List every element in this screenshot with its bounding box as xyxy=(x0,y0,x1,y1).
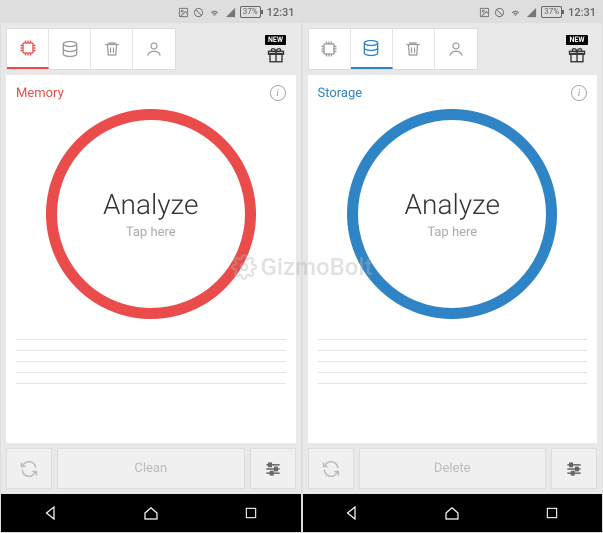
status-bar: 37% 12:31 xyxy=(303,1,603,23)
home-icon xyxy=(443,504,461,522)
nav-home[interactable] xyxy=(432,504,472,522)
line xyxy=(16,350,286,351)
analyze-button[interactable]: Analyze Tap here xyxy=(347,109,557,319)
nav-recents[interactable] xyxy=(231,505,271,521)
settings-button[interactable] xyxy=(551,448,597,489)
tab-storage[interactable] xyxy=(351,29,393,69)
line xyxy=(16,383,286,384)
top-bar: NEW xyxy=(308,28,598,70)
app-body: NEW Storage i Analyze Tap here xyxy=(303,23,603,494)
line xyxy=(318,372,588,373)
delete-button[interactable]: Delete xyxy=(359,448,547,489)
line xyxy=(318,361,588,362)
sliders-icon xyxy=(564,459,584,479)
battery-indicator: 37% xyxy=(541,6,562,18)
analyze-area: Analyze Tap here xyxy=(308,103,598,323)
square-icon xyxy=(243,505,259,521)
line xyxy=(16,372,286,373)
section-header: Memory i xyxy=(6,81,296,103)
gallery-icon xyxy=(178,7,189,18)
nav-back[interactable] xyxy=(332,504,372,522)
wifi-icon xyxy=(208,7,221,18)
signal-icon xyxy=(225,7,236,18)
clock: 12:31 xyxy=(568,6,596,19)
trash-icon xyxy=(404,40,422,58)
gift-icon xyxy=(567,46,587,64)
back-icon xyxy=(343,504,361,522)
gallery-icon xyxy=(479,7,490,18)
phone-right: 37% 12:31 NEW xyxy=(302,0,603,533)
battery-indicator: 37% xyxy=(240,6,261,18)
nosign-icon xyxy=(494,7,505,18)
tab-memory[interactable] xyxy=(7,29,49,69)
result-lines xyxy=(6,323,296,384)
home-icon xyxy=(142,504,160,522)
nosign-icon xyxy=(193,7,204,18)
phone-left: 37% 12:31 NEW xyxy=(0,0,302,533)
trash-icon xyxy=(103,40,121,58)
nav-bar xyxy=(303,494,603,532)
clean-button[interactable]: Clean xyxy=(57,448,245,489)
nav-back[interactable] xyxy=(31,504,71,522)
line xyxy=(16,339,286,340)
main-card: Memory i Analyze Tap here xyxy=(6,75,296,443)
gift-button[interactable]: NEW xyxy=(256,35,296,64)
analyze-sub: Tap here xyxy=(126,225,176,240)
disks-icon xyxy=(361,38,381,58)
tab-memory[interactable] xyxy=(309,29,351,69)
analyze-area: Analyze Tap here xyxy=(6,103,296,323)
nav-recents[interactable] xyxy=(532,505,572,521)
line xyxy=(318,339,588,340)
tab-trash[interactable] xyxy=(91,29,133,69)
refresh-icon xyxy=(19,459,39,479)
status-bar: 37% 12:31 xyxy=(1,1,301,23)
line xyxy=(318,383,588,384)
section-header: Storage i xyxy=(308,81,598,103)
tab-strip xyxy=(308,28,478,70)
line xyxy=(318,350,588,351)
clock: 12:31 xyxy=(267,6,295,19)
main-card: Storage i Analyze Tap here xyxy=(308,75,598,443)
square-icon xyxy=(544,505,560,521)
refresh-button[interactable] xyxy=(308,448,354,489)
app-body: NEW Memory i Analyze Tap here xyxy=(1,23,301,494)
result-lines xyxy=(308,323,598,384)
analyze-sub: Tap here xyxy=(427,225,477,240)
line xyxy=(16,361,286,362)
bottom-bar: Clean xyxy=(6,448,296,494)
analyze-label: Analyze xyxy=(103,188,198,221)
info-icon[interactable]: i xyxy=(571,85,587,101)
gift-icon xyxy=(266,46,286,64)
signal-icon xyxy=(526,7,537,18)
settings-button[interactable] xyxy=(250,448,296,489)
wifi-icon xyxy=(509,7,522,18)
bottom-bar: Delete xyxy=(308,448,598,494)
section-title: Storage xyxy=(318,86,363,101)
back-icon xyxy=(42,504,60,522)
new-badge: NEW xyxy=(566,35,587,45)
top-bar: NEW xyxy=(6,28,296,70)
tab-strip xyxy=(6,28,176,70)
nav-bar xyxy=(1,494,301,532)
tab-storage[interactable] xyxy=(49,29,91,69)
section-title: Memory xyxy=(16,86,64,101)
person-icon xyxy=(145,40,163,58)
nav-home[interactable] xyxy=(131,504,171,522)
tab-trash[interactable] xyxy=(393,29,435,69)
sliders-icon xyxy=(263,459,283,479)
refresh-button[interactable] xyxy=(6,448,52,489)
chip-icon xyxy=(319,39,339,59)
tab-profile[interactable] xyxy=(133,29,175,69)
gift-button[interactable]: NEW xyxy=(557,35,597,64)
analyze-button[interactable]: Analyze Tap here xyxy=(46,109,256,319)
new-badge: NEW xyxy=(265,35,286,45)
tab-profile[interactable] xyxy=(435,29,477,69)
analyze-label: Analyze xyxy=(405,188,500,221)
refresh-icon xyxy=(321,459,341,479)
chip-icon xyxy=(18,38,38,58)
person-icon xyxy=(447,40,465,58)
disks-icon xyxy=(60,39,80,59)
info-icon[interactable]: i xyxy=(270,85,286,101)
